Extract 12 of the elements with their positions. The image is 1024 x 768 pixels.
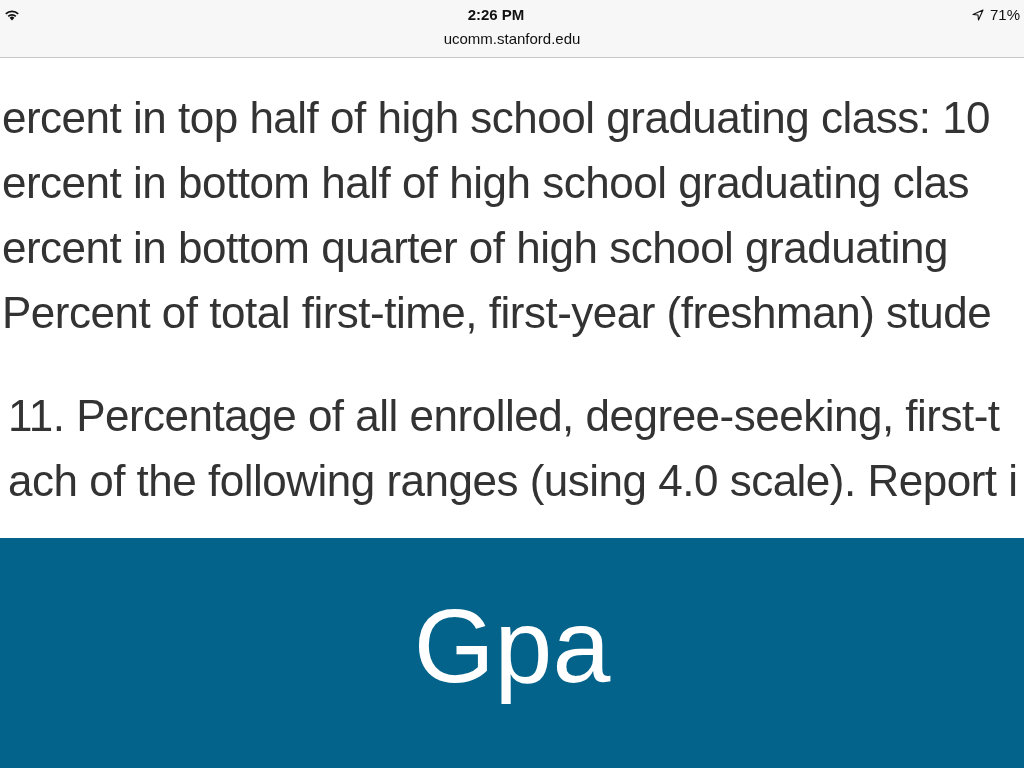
banner-title: Gpa [413,594,611,706]
clock-time: 2:26 PM [467,4,525,25]
list-item-text: ercent in bottom half of high school graduating clas [1,157,971,209]
page-url[interactable]: ucomm.stanford.edu [443,30,581,48]
location-arrow-icon [971,9,984,21]
list-item-text: ercent in bottom quarter of high school graduating [1,222,950,274]
question-text: ach of the following ranges (using 4.0 scale). Report i [7,455,1019,507]
list-item-text: ercent in top half of high school graduating class: 10 [1,92,992,144]
wifi-icon [4,9,20,21]
question-text: 11. Percentage of all enrolled, degree-seeking, first-t [7,390,1001,442]
battery-percent: 71% [989,4,1020,25]
list-item-text: Percent of total first-time, first-year (freshman) stude [1,287,993,339]
